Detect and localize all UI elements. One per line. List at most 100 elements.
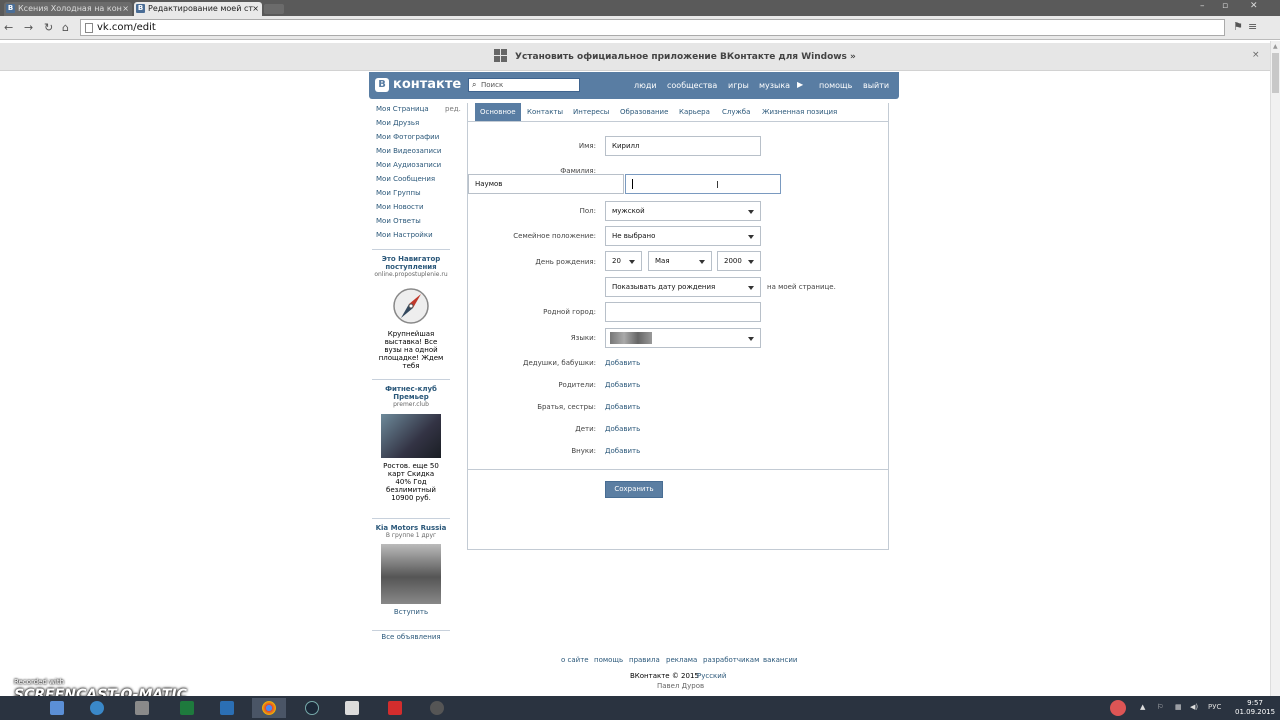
menu-my-page[interactable]: Моя Страница — [376, 105, 429, 113]
play-icon[interactable]: ▶ — [797, 80, 803, 89]
browser-tab-2[interactable]: B Редактирование моей ст × — [134, 2, 262, 16]
menu-news[interactable]: Мои Новости — [376, 203, 424, 211]
new-tab-button[interactable] — [264, 4, 284, 14]
nav-people[interactable]: люди — [634, 81, 657, 90]
marital-status-select[interactable]: Не выбрано — [605, 226, 761, 246]
scroll-up-icon[interactable]: ▲ — [1273, 43, 1278, 50]
first-name-input[interactable]: Кирилл — [605, 136, 761, 156]
menu-friends[interactable]: Мои Друзья — [376, 119, 419, 127]
edit-page-link[interactable]: ред. — [445, 105, 461, 113]
footer-language-link[interactable]: Русский — [697, 672, 726, 680]
footer-developers-link[interactable]: разработчикам — [703, 656, 759, 664]
nav-logout[interactable]: выйти — [863, 81, 889, 90]
languages-select[interactable] — [605, 328, 761, 348]
birthday-year-select[interactable]: 2000 — [717, 251, 761, 271]
close-window-icon[interactable]: ✕ — [1250, 1, 1258, 11]
tray-flag-icon[interactable]: ⚐ — [1157, 703, 1163, 711]
car-ad-image[interactable] — [381, 544, 441, 604]
footer-about-link[interactable]: о сайте — [561, 656, 589, 664]
tab-career[interactable]: Карьера — [674, 103, 715, 121]
close-tab-icon[interactable]: × — [122, 2, 129, 15]
nav-communities[interactable]: сообщества — [667, 81, 717, 90]
footer-help-link[interactable]: помощь — [594, 656, 623, 664]
minimize-icon[interactable]: – — [1200, 1, 1205, 11]
menu-groups[interactable]: Мои Группы — [376, 189, 421, 197]
home-icon[interactable]: ⌂ — [62, 21, 69, 34]
fitness-ad-image[interactable] — [381, 414, 441, 458]
taskbar-explorer[interactable] — [40, 698, 74, 718]
save-button[interactable]: Сохранить — [605, 481, 663, 498]
taskbar-app-8[interactable] — [335, 698, 369, 718]
close-tab-icon[interactable]: × — [252, 2, 259, 15]
tray-language[interactable]: РУС — [1208, 703, 1221, 711]
footer-jobs-link[interactable]: вакансии — [763, 656, 797, 664]
tray-arrow-icon[interactable]: ▲ — [1140, 703, 1145, 711]
tab-basic[interactable]: Основное — [475, 103, 521, 121]
taskbar-app-10[interactable] — [420, 698, 454, 718]
footer-ads-link[interactable]: реклама — [666, 656, 697, 664]
bookmark-icon[interactable]: ⚑ — [1233, 20, 1243, 33]
tab-contacts[interactable]: Контакты — [522, 103, 568, 121]
close-promo-icon[interactable]: × — [1252, 50, 1260, 60]
menu-answers[interactable]: Мои Ответы — [376, 217, 421, 225]
nav-help[interactable]: помощь — [819, 81, 852, 90]
tab-education[interactable]: Образование — [615, 103, 673, 121]
add-children-link[interactable]: Добавить — [605, 425, 640, 433]
taskbar-clock[interactable]: 9:57 01.09.2015 — [1235, 699, 1275, 717]
compass-ad-image[interactable] — [391, 286, 431, 326]
join-group-link[interactable]: Вступить — [372, 608, 450, 616]
address-bar[interactable]: vk.com/edit — [80, 19, 1225, 36]
ad-title[interactable]: Это Навигатор поступления — [372, 255, 450, 271]
forward-icon[interactable]: → — [24, 21, 33, 34]
tab-military[interactable]: Служба — [717, 103, 755, 121]
menu-icon[interactable]: ≡ — [1248, 20, 1257, 33]
all-ads-link[interactable]: Все объявления — [381, 633, 440, 641]
reload-icon[interactable]: ↻ — [44, 21, 53, 34]
nav-music[interactable]: музыка — [759, 81, 790, 90]
menu-settings[interactable]: Мои Настройки — [376, 231, 433, 239]
taskbar-chrome[interactable] — [252, 698, 286, 718]
promo-bar[interactable]: Установить официальное приложение ВКонта… — [0, 43, 1270, 71]
taskbar-app-3[interactable] — [125, 698, 159, 718]
maiden-name-input[interactable] — [625, 174, 781, 194]
browser-tab-1[interactable]: B Ксения Холодная на кон × — [4, 2, 132, 16]
add-parents-link[interactable]: Добавить — [605, 381, 640, 389]
menu-messages[interactable]: Мои Сообщения — [376, 175, 435, 183]
maximize-icon[interactable]: ▫ — [1222, 1, 1228, 11]
taskbar-excel[interactable] — [170, 698, 204, 718]
ad-title[interactable]: Фитнес-клуб Премьер — [372, 385, 450, 401]
add-siblings-link[interactable]: Добавить — [605, 403, 640, 411]
taskbar-steam[interactable] — [295, 698, 329, 718]
footer-rules-link[interactable]: правила — [629, 656, 660, 664]
menu-videos[interactable]: Мои Видеозаписи — [376, 147, 441, 155]
page-scrollbar[interactable]: ▲ — [1270, 41, 1280, 696]
nav-games[interactable]: игры — [728, 81, 749, 90]
sex-select[interactable]: мужской — [605, 201, 761, 221]
tray-volume-icon[interactable]: ◀) — [1190, 703, 1198, 711]
ad-block[interactable]: Kia Motors Russia В группе 1 друг Вступи… — [372, 524, 450, 616]
tray-network-icon[interactable]: ▦ — [1175, 703, 1182, 711]
birthday-visibility-select[interactable]: Показывать дату рождения — [605, 277, 761, 297]
add-grandchildren-link[interactable]: Добавить — [605, 447, 640, 455]
ad-title[interactable]: Kia Motors Russia — [372, 524, 450, 532]
taskbar-app-2[interactable] — [80, 698, 114, 718]
menu-audio[interactable]: Мои Аудиозаписи — [376, 161, 441, 169]
tab-life-position[interactable]: Жизненная позиция — [757, 103, 842, 121]
birthday-month-select[interactable]: Мая — [648, 251, 712, 271]
back-icon[interactable]: ← — [4, 21, 13, 34]
menu-photos[interactable]: Мои Фотографии — [376, 133, 439, 141]
taskbar-yandex[interactable] — [378, 698, 412, 718]
promo-text[interactable]: Установить официальное приложение ВКонта… — [515, 52, 856, 62]
ad-block[interactable]: Фитнес-клуб Премьер premer.club Ростов. … — [372, 385, 450, 502]
hometown-input[interactable] — [605, 302, 761, 322]
scrollbar-thumb[interactable] — [1272, 53, 1279, 93]
vk-logo[interactable]: В контакте — [375, 77, 461, 93]
tab-interests[interactable]: Интересы — [568, 103, 614, 121]
ad-block[interactable]: Это Навигатор поступления online.propost… — [372, 255, 450, 370]
search-input[interactable]: ⌕ Поиск — [468, 78, 580, 92]
birthday-day-select[interactable]: 20 — [605, 251, 642, 271]
add-grandparents-link[interactable]: Добавить — [605, 359, 640, 367]
last-name-input[interactable]: Наумов — [468, 174, 624, 194]
taskbar-app-5[interactable] — [210, 698, 244, 718]
tray-app-icon[interactable] — [1110, 700, 1126, 716]
